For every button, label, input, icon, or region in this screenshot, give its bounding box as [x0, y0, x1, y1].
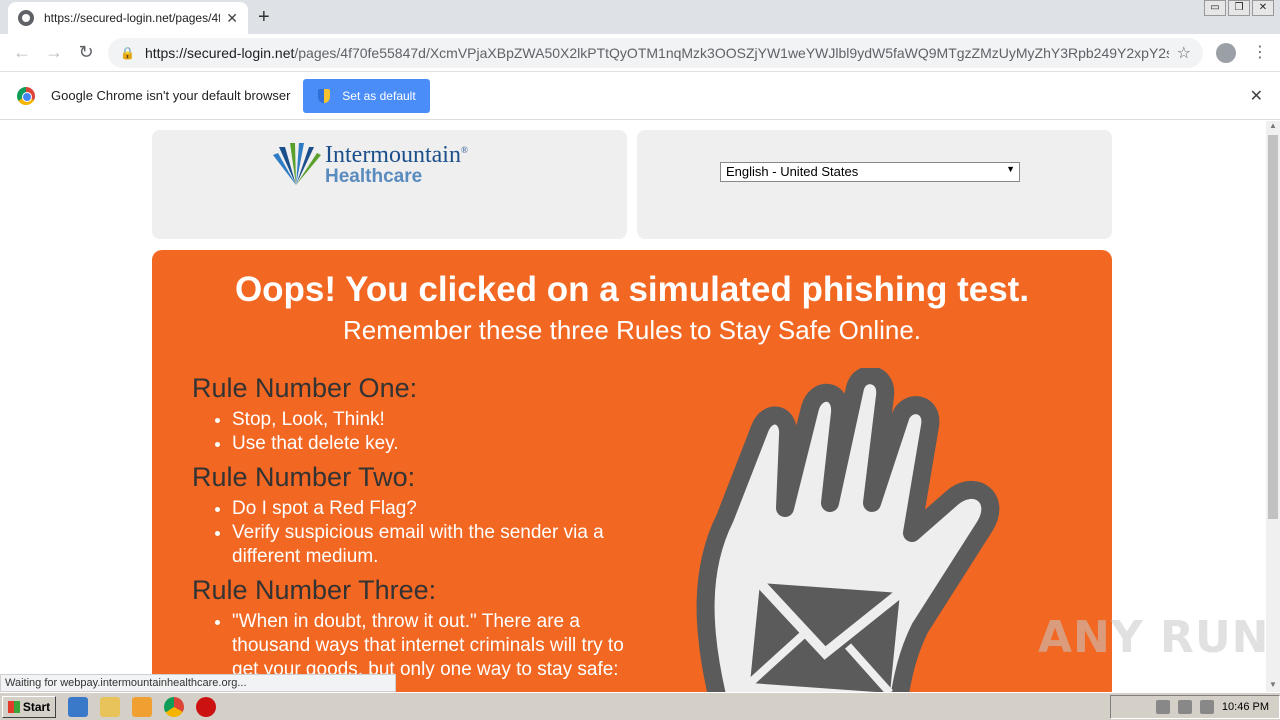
language-panel: English - United States ▼: [637, 130, 1112, 239]
bookmark-star-icon[interactable]: ☆: [1177, 43, 1191, 63]
registered-mark: ®: [460, 145, 468, 155]
rules-list: Rule Number One: Stop, Look, Think! Use …: [192, 373, 632, 688]
start-button[interactable]: Start: [2, 695, 56, 718]
internet-explorer-icon[interactable]: [68, 696, 88, 717]
media-player-icon[interactable]: [132, 696, 152, 717]
infobar-close-icon[interactable]: ✕: [1250, 86, 1263, 106]
windows-taskbar: Start 10:46 PM: [0, 692, 1280, 720]
back-button[interactable]: ←: [6, 42, 38, 63]
start-label: Start: [22, 699, 51, 714]
restore-button[interactable]: ❐: [1228, 0, 1250, 16]
scroll-down-arrow-icon[interactable]: ▼: [1266, 680, 1280, 692]
rule-item: Verify suspicious email with the sender …: [232, 521, 632, 569]
minimize-button[interactable]: ▭: [1204, 0, 1226, 16]
tab-strip: https://secured-login.net/pages/4f70fe ✕…: [0, 0, 1280, 34]
new-tab-button[interactable]: +: [258, 6, 270, 29]
browser-tab[interactable]: https://secured-login.net/pages/4f70fe ✕: [8, 2, 248, 34]
shield-icon: [318, 88, 331, 103]
infobar-message: Google Chrome isn't your default browser: [51, 88, 291, 103]
forward-button[interactable]: →: [38, 42, 70, 63]
url-path: /pages/4f70fe55847d/XcmVPjaXBpZWA50X2lkP…: [294, 45, 1169, 61]
rule-item: Do I spot a Red Flag?: [232, 497, 632, 521]
rule-title: Rule Number Two:: [192, 462, 416, 492]
rule-item: "When in doubt, throw it out." There are…: [232, 610, 632, 682]
language-select[interactable]: English - United States ▼: [720, 162, 1020, 182]
default-browser-infobar: Google Chrome isn't your default browser…: [0, 72, 1280, 120]
scrollbar-thumb[interactable]: [1268, 135, 1278, 519]
rule-title: Rule Number Three:: [192, 575, 437, 605]
url-host: https://secured-login.net: [144, 45, 295, 61]
scroll-up-arrow-icon[interactable]: ▲: [1266, 121, 1280, 133]
rule-title: Rule Number One:: [192, 373, 418, 403]
clock[interactable]: 10:46 PM: [1222, 701, 1269, 713]
chrome-logo-icon: [17, 86, 35, 105]
status-bar: Waiting for webpay.intermountainhealthca…: [0, 674, 396, 692]
profile-avatar[interactable]: [1216, 43, 1236, 63]
window-controls: ▭ ❐ ✕: [1204, 0, 1274, 16]
rule-item: Stop, Look, Think!: [232, 408, 632, 432]
menu-icon[interactable]: ⋮: [1252, 42, 1268, 62]
set-as-default-label: Set as default: [342, 88, 416, 103]
dropdown-arrow-icon: ▼: [1006, 164, 1015, 174]
logo-panel: Intermountain® Healthcare: [152, 130, 627, 239]
stop-hand-envelope-icon: [690, 366, 1020, 692]
windows-flag-icon: [7, 700, 20, 713]
logo-line-1: Intermountain: [325, 142, 461, 168]
lock-icon[interactable]: 🔒: [120, 46, 135, 60]
rule-item: Use that delete key.: [232, 432, 632, 456]
tab-close-icon[interactable]: ✕: [226, 10, 238, 27]
network-icon[interactable]: [1155, 700, 1170, 714]
close-window-button[interactable]: ✕: [1252, 0, 1274, 16]
notice-headline: Oops! You clicked on a simulated phishin…: [234, 270, 1030, 309]
language-selected-value: English - United States: [726, 164, 859, 179]
browser-toolbar: ← → ↻ 🔒 https://secured-login.net/pages/…: [0, 34, 1280, 72]
logo-mark-icon: [267, 141, 325, 185]
notice-subhead: Remember these three Rules to Stay Safe …: [342, 315, 922, 345]
url-text[interactable]: https://secured-login.net/pages/4f70fe55…: [145, 45, 1169, 61]
globe-icon: [18, 10, 34, 26]
page-scrollbar[interactable]: ▲ ▼: [1266, 121, 1280, 692]
intermountain-logo: Intermountain® Healthcare: [267, 138, 468, 187]
address-bar[interactable]: 🔒 https://secured-login.net/pages/4f70fe…: [108, 38, 1203, 68]
chrome-taskbar-icon[interactable]: [164, 696, 184, 717]
opera-icon[interactable]: [196, 696, 216, 717]
phishing-notice-panel: Oops! You clicked on a simulated phishin…: [152, 250, 1112, 692]
folder-icon[interactable]: [100, 696, 120, 717]
logo-line-2: Healthcare: [325, 166, 423, 187]
volume-icon[interactable]: [1177, 700, 1192, 714]
system-tray: 10:46 PM: [1110, 695, 1280, 719]
page-viewport: Intermountain® Healthcare English - Unit…: [0, 121, 1266, 692]
set-as-default-button[interactable]: Set as default: [303, 78, 431, 113]
reload-button[interactable]: ↻: [70, 42, 102, 63]
anyrun-watermark: ANY RUN: [1038, 612, 1270, 663]
tab-title: https://secured-login.net/pages/4f70fe: [44, 11, 221, 25]
flag-icon[interactable]: [1199, 700, 1214, 714]
